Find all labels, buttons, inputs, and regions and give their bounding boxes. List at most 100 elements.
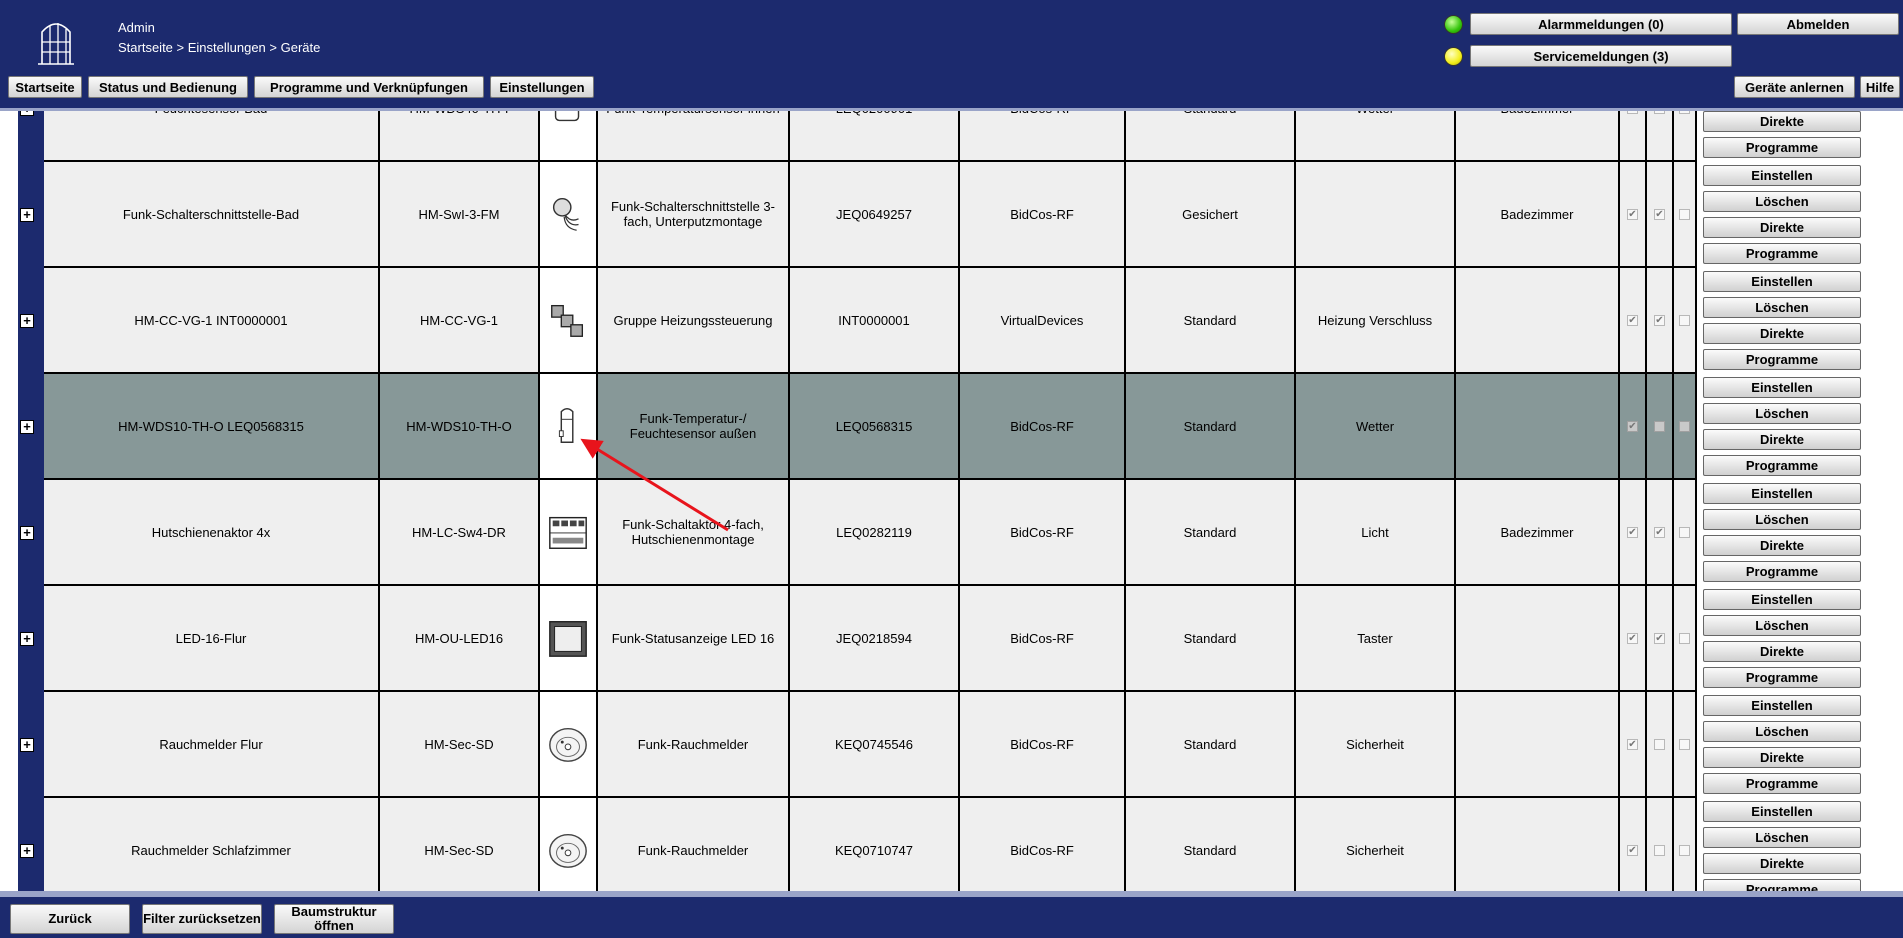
- table-row[interactable]: HM-WDS10-TH-O LEQ0568315 HM-WDS10-TH-O Fun…: [44, 374, 1867, 480]
- help-button[interactable]: Hilfe: [1860, 76, 1900, 98]
- cell-description: Gruppe Heizungssteuerung: [598, 268, 790, 374]
- flag-checkbox[interactable]: [1679, 111, 1690, 114]
- direct-links-button[interactable]: Direkte: [1703, 217, 1861, 238]
- programs-button[interactable]: Programme: [1703, 561, 1861, 582]
- flag-checkbox[interactable]: ✔: [1654, 314, 1665, 326]
- settings-button[interactable]: Einstellen: [1703, 589, 1861, 610]
- settings-button[interactable]: Einstellen: [1703, 483, 1861, 504]
- open-tree-button[interactable]: Baumstruktur öffnen: [274, 904, 394, 934]
- flag-cell: ✔: [1647, 111, 1674, 162]
- programs-button[interactable]: Programme: [1703, 667, 1861, 688]
- delete-button[interactable]: Löschen: [1703, 297, 1861, 318]
- flag-checkbox[interactable]: ✔: [1627, 208, 1638, 220]
- flag-checkbox[interactable]: ✔: [1627, 111, 1638, 114]
- device-image-cell: [540, 374, 598, 480]
- expand-row-icon[interactable]: +: [20, 738, 34, 752]
- direct-links-button[interactable]: Direkte: [1703, 429, 1861, 450]
- cell-serial: KEQ0745546: [790, 692, 960, 798]
- nav-startseite[interactable]: Startseite: [8, 76, 82, 98]
- nav-einstellungen[interactable]: Einstellungen: [490, 76, 594, 98]
- delete-button[interactable]: Löschen: [1703, 827, 1861, 848]
- flag-cell: ✔: [1620, 162, 1647, 268]
- programs-button[interactable]: Programme: [1703, 243, 1861, 264]
- flag-checkbox[interactable]: ✔: [1627, 314, 1638, 326]
- flag-checkbox[interactable]: ✔: [1654, 632, 1665, 644]
- flag-checkbox[interactable]: ✔: [1627, 738, 1638, 750]
- flag-checkbox[interactable]: [1654, 738, 1665, 750]
- programs-button[interactable]: Programme: [1703, 879, 1861, 891]
- flag-checkbox[interactable]: [1654, 844, 1665, 856]
- flag-checkbox[interactable]: [1679, 526, 1690, 538]
- table-row[interactable]: Funk-Schalterschnittstelle-Bad HM-SwI-3-F…: [44, 162, 1867, 268]
- nav-status-und-bedienung[interactable]: Status und Bedienung: [88, 76, 248, 98]
- settings-button[interactable]: Einstellen: [1703, 271, 1861, 292]
- table-row[interactable]: Hutschienenaktor 4x HM-LC-Sw4-DR Funk-Scha…: [44, 480, 1867, 586]
- scroll-gutter[interactable]: [1867, 111, 1903, 891]
- settings-button[interactable]: Einstellen: [1703, 377, 1861, 398]
- cell-mode: Standard: [1126, 692, 1296, 798]
- cell-interface: VirtualDevices: [960, 268, 1126, 374]
- expand-row-icon[interactable]: +: [20, 632, 34, 646]
- table-row[interactable]: Rauchmelder Flur HM-Sec-SD Funk-Rauchmelde…: [44, 692, 1867, 798]
- smoke-detector-icon: [549, 833, 587, 868]
- reset-filter-button[interactable]: Filter zurücksetzen: [142, 904, 262, 934]
- flag-checkbox[interactable]: ✔: [1654, 208, 1665, 220]
- direct-links-button[interactable]: Direkte: [1703, 641, 1861, 662]
- delete-button[interactable]: Löschen: [1703, 403, 1861, 424]
- back-button[interactable]: Zurück: [10, 904, 130, 934]
- direct-links-button[interactable]: Direkte: [1703, 535, 1861, 556]
- device-image-cell: [540, 480, 598, 586]
- programs-button[interactable]: Programme: [1703, 455, 1861, 476]
- table-row[interactable]: Feuchtesensor BadHM-WDS40-TH-I Funk-Tempe…: [44, 111, 1867, 162]
- flag-checkbox[interactable]: [1679, 314, 1690, 326]
- delete-button[interactable]: Löschen: [1703, 721, 1861, 742]
- cell-serial: JEQ0218594: [790, 586, 960, 692]
- settings-button[interactable]: Einstellen: [1703, 695, 1861, 716]
- programs-button[interactable]: Programme: [1703, 773, 1861, 794]
- direct-links-button[interactable]: Direkte: [1703, 111, 1861, 132]
- expand-row-icon[interactable]: +: [20, 844, 34, 858]
- flag-checkbox[interactable]: ✔: [1654, 526, 1665, 538]
- alarm-messages-button[interactable]: Alarmmeldungen (0): [1470, 13, 1732, 35]
- direct-links-button[interactable]: Direkte: [1703, 853, 1861, 874]
- settings-button[interactable]: Einstellen: [1703, 165, 1861, 186]
- table-row[interactable]: Rauchmelder Schlafzimmer HM-Sec-SD Funk-Ra…: [44, 798, 1867, 891]
- logout-button[interactable]: Abmelden: [1737, 13, 1899, 35]
- breadcrumb: Startseite > Einstellungen > Geräte: [118, 40, 321, 55]
- table-row[interactable]: LED-16-Flur HM-OU-LED16 Funk-Statusanzeige…: [44, 586, 1867, 692]
- flag-checkbox[interactable]: ✔: [1627, 632, 1638, 644]
- flag-checkbox[interactable]: ✔: [1627, 526, 1638, 538]
- direct-links-button[interactable]: Direkte: [1703, 747, 1861, 768]
- delete-button[interactable]: Löschen: [1703, 615, 1861, 636]
- cell-type: HM-Sec-SD: [380, 798, 540, 891]
- led-display-icon: [549, 621, 587, 657]
- flag-checkbox[interactable]: ✔: [1627, 420, 1638, 432]
- programs-button[interactable]: Programme: [1703, 137, 1861, 158]
- settings-button[interactable]: Einstellen: [1703, 801, 1861, 822]
- expand-row-icon[interactable]: +: [20, 526, 34, 540]
- flag-checkbox[interactable]: ✔: [1627, 844, 1638, 856]
- flag-checkbox[interactable]: [1679, 844, 1690, 856]
- flag-checkbox[interactable]: [1679, 738, 1690, 750]
- expand-row-icon[interactable]: +: [20, 208, 34, 222]
- flag-cell: [1674, 586, 1697, 692]
- expand-row-icon[interactable]: +: [20, 314, 34, 328]
- cell-interface: BidCos-RF: [960, 162, 1126, 268]
- nav-programme[interactable]: Programme und Verknüpfungen: [254, 76, 484, 98]
- programs-button[interactable]: Programme: [1703, 349, 1861, 370]
- delete-button[interactable]: Löschen: [1703, 509, 1861, 530]
- table-row[interactable]: HM-CC-VG-1 INT0000001 HM-CC-VG-1 Gruppe He…: [44, 268, 1867, 374]
- flag-checkbox[interactable]: [1679, 632, 1690, 644]
- flag-checkbox[interactable]: ✔: [1654, 111, 1665, 114]
- expand-row-icon[interactable]: +: [20, 111, 34, 116]
- service-status-led-icon: [1444, 47, 1463, 66]
- flag-checkbox[interactable]: [1654, 420, 1665, 432]
- service-messages-button[interactable]: Servicemeldungen (3): [1470, 45, 1732, 67]
- direct-links-button[interactable]: Direkte: [1703, 323, 1861, 344]
- teach-devices-button[interactable]: Geräte anlernen: [1734, 76, 1855, 98]
- user-name: Admin: [118, 20, 155, 35]
- flag-checkbox[interactable]: [1679, 208, 1690, 220]
- flag-checkbox[interactable]: [1679, 420, 1690, 432]
- delete-button[interactable]: Löschen: [1703, 191, 1861, 212]
- expand-row-icon[interactable]: +: [20, 420, 34, 434]
